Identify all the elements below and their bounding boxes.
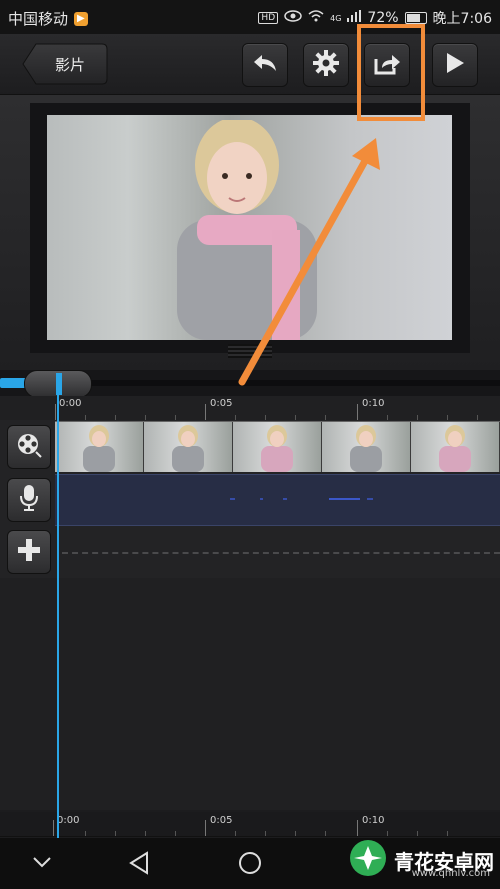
site-watermark: 青花安卓网 www.qhhlv.com (348, 838, 494, 882)
annotation-arrow (238, 138, 380, 386)
timeline-ruler-top: 0:00 0:05 0:10 (0, 396, 500, 421)
ruler-label: 0:10 (362, 815, 385, 826)
network-type: 4G (330, 13, 342, 23)
playhead[interactable] (57, 390, 59, 838)
chevron-down-icon[interactable] (32, 854, 52, 873)
watermark-logo-icon (348, 838, 388, 882)
clip-thumbnail (55, 422, 144, 472)
back-nav-icon[interactable] (128, 851, 150, 879)
hd-indicator: HD (258, 12, 279, 24)
clock: 晚上7:06 (432, 11, 492, 27)
add-track-button[interactable] (7, 530, 51, 574)
film-reel-icon (16, 432, 42, 462)
status-bar: 中国移动 ▶ HD 4G 72% 晚上7:06 (0, 0, 500, 34)
microphone-icon (19, 484, 39, 516)
home-nav-icon[interactable] (238, 851, 262, 879)
watermark-url: www.qhhlv.com (411, 868, 490, 879)
clip-thumbnail (233, 422, 322, 472)
empty-track-placeholder (62, 552, 500, 554)
audio-waveform (230, 498, 373, 500)
plus-icon (17, 538, 41, 566)
timeline-ruler-bottom: 0:00 0:05 0:10 (0, 812, 500, 837)
ruler-label: 0:05 (210, 398, 233, 409)
timeline-empty-area[interactable] (0, 578, 500, 810)
settings-button[interactable] (303, 43, 349, 87)
carrier-label: 中国移动 (8, 10, 69, 28)
video-track-button[interactable] (7, 425, 51, 469)
play-button[interactable] (432, 43, 478, 87)
toolbar: 影片 (0, 34, 500, 95)
ruler-tick (357, 404, 358, 420)
ruler-label: 0:05 (210, 815, 233, 826)
back-button-label: 影片 (54, 55, 85, 74)
ruler-label: 0:00 (57, 815, 80, 826)
clip-thumbnail (411, 422, 500, 472)
video-clip-strip[interactable] (55, 421, 500, 473)
undo-icon (252, 53, 278, 77)
undo-button[interactable] (242, 43, 288, 87)
eye-icon (284, 10, 302, 26)
battery-icon (404, 12, 427, 24)
carrier-badge: ▶ (74, 11, 88, 26)
clip-thumbnail (144, 422, 233, 472)
annotation-highlight-box (357, 24, 425, 121)
ruler-label: 0:10 (362, 398, 385, 409)
back-button[interactable]: 影片 (22, 43, 108, 85)
ruler-tick (205, 404, 206, 420)
gear-icon (313, 50, 339, 80)
ruler-tick (55, 404, 56, 420)
play-icon (445, 52, 465, 78)
wifi-icon (308, 10, 324, 26)
clip-thumbnail (322, 422, 411, 472)
audio-waveform-strip[interactable] (55, 474, 500, 526)
ruler-label: 0:00 (59, 398, 82, 409)
voiceover-track-button[interactable] (7, 478, 51, 522)
